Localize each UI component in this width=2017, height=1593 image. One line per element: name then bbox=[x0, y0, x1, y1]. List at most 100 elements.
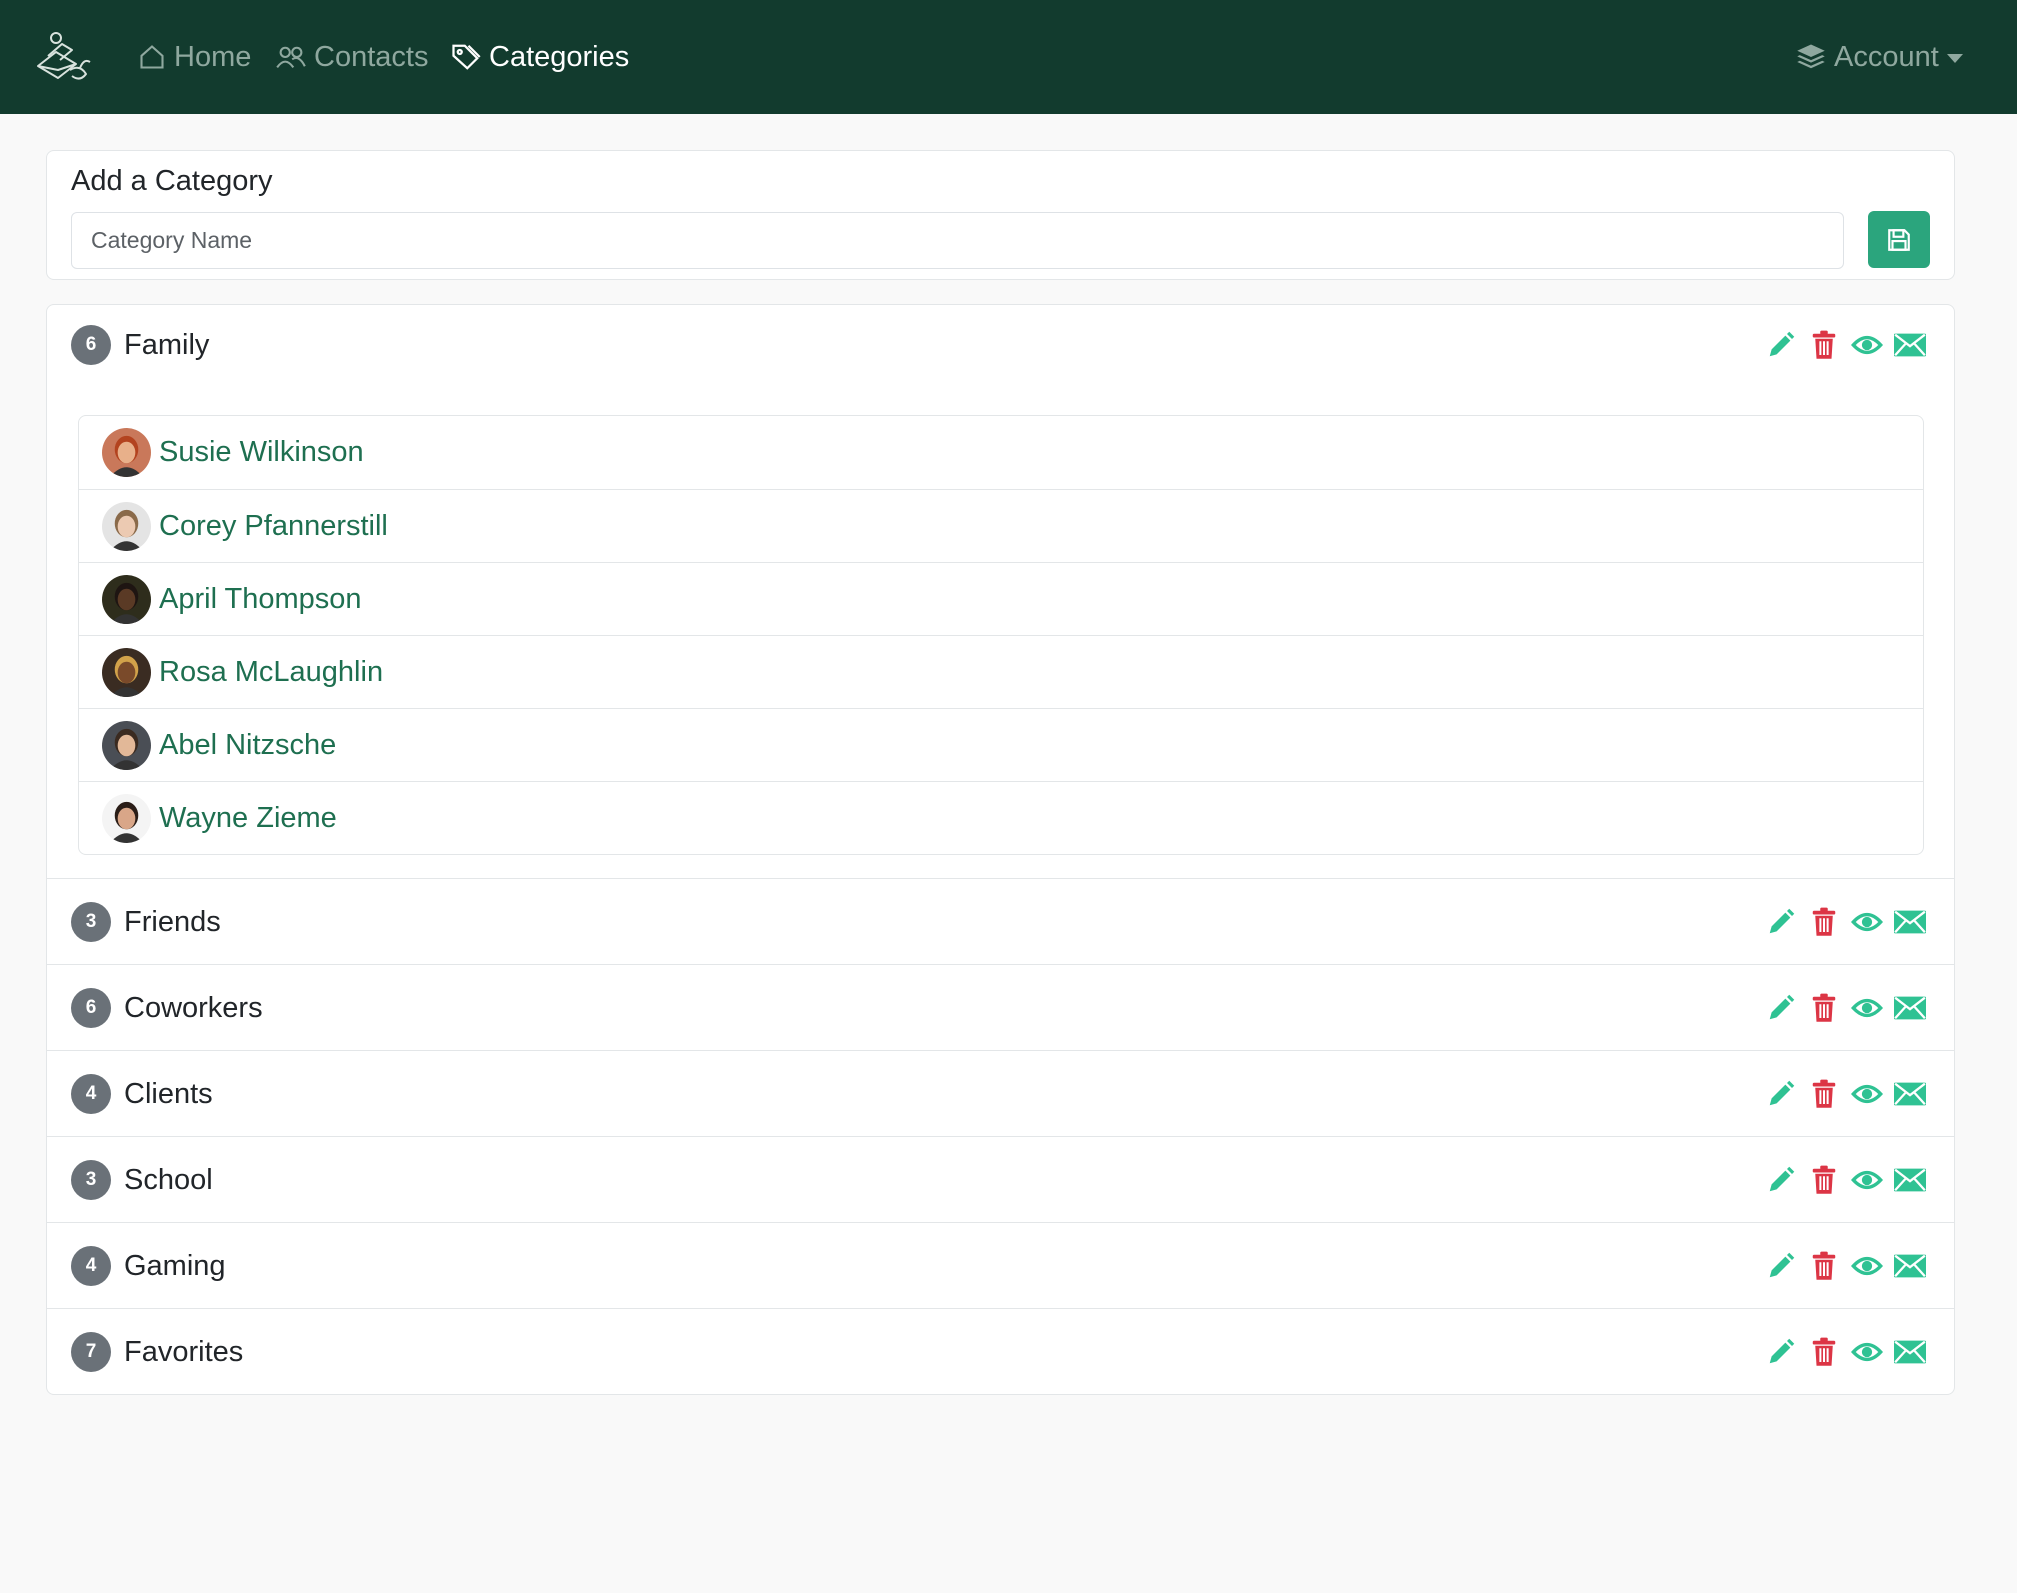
save-category-button[interactable] bbox=[1868, 211, 1930, 268]
trash-icon[interactable] bbox=[1807, 991, 1841, 1025]
add-category-title: Add a Category bbox=[71, 165, 273, 197]
contact-name-link[interactable]: Abel Nitzsche bbox=[159, 729, 336, 762]
category-name: Friends bbox=[124, 905, 221, 938]
pencil-icon[interactable] bbox=[1764, 991, 1798, 1025]
contact-name-link[interactable]: Wayne Zieme bbox=[159, 802, 337, 835]
pencil-icon[interactable] bbox=[1764, 905, 1798, 939]
chevron-down-icon bbox=[1946, 54, 1963, 63]
category-name: Favorites bbox=[124, 1335, 244, 1368]
category-name: Clients bbox=[124, 1077, 213, 1110]
category-contacts-list: Susie Wilkinson Corey Pfannerstill April T… bbox=[78, 415, 1924, 855]
nav-home-link[interactable]: Home bbox=[138, 38, 251, 76]
pencil-icon[interactable] bbox=[1764, 1163, 1798, 1197]
envelope-icon[interactable] bbox=[1893, 1335, 1927, 1369]
category-header[interactable]: 6 Coworkers bbox=[71, 988, 263, 1028]
category-count-badge: 6 bbox=[71, 988, 111, 1028]
contact-list-item[interactable]: Wayne Zieme bbox=[79, 781, 1923, 854]
account-dropdown[interactable]: Account bbox=[1796, 38, 1963, 76]
category-name: Gaming bbox=[124, 1249, 226, 1282]
top-navbar: Home Contacts Categories Account bbox=[0, 0, 2017, 114]
envelope-icon[interactable] bbox=[1893, 905, 1927, 939]
contact-list-item[interactable]: Corey Pfannerstill bbox=[79, 489, 1923, 562]
nav-contacts-label: Contacts bbox=[314, 40, 429, 73]
category-count-badge: 3 bbox=[71, 1160, 111, 1200]
category-actions bbox=[1755, 904, 1927, 940]
pencil-icon[interactable] bbox=[1764, 328, 1798, 362]
category-count-badge: 4 bbox=[71, 1246, 111, 1286]
eye-icon[interactable] bbox=[1850, 328, 1884, 362]
account-label: Account bbox=[1834, 40, 1939, 73]
envelope-icon[interactable] bbox=[1893, 1077, 1927, 1111]
category-header[interactable]: 7 Favorites bbox=[71, 1332, 243, 1372]
nav-home-label: Home bbox=[174, 40, 252, 73]
category-name: Coworkers bbox=[124, 991, 263, 1024]
category-header[interactable]: 3 Friends bbox=[71, 902, 221, 942]
contact-name-link[interactable]: Corey Pfannerstill bbox=[159, 510, 388, 543]
app-logo[interactable] bbox=[32, 30, 94, 84]
category-name: School bbox=[124, 1163, 213, 1196]
category-count-badge: 6 bbox=[71, 325, 111, 365]
contact-name-link[interactable]: April Thompson bbox=[159, 583, 362, 616]
category-item: 4 Gaming bbox=[47, 1222, 1954, 1308]
pencil-icon[interactable] bbox=[1764, 1077, 1798, 1111]
add-category-card: Add a Category bbox=[46, 150, 1955, 280]
category-name: Family bbox=[124, 328, 210, 361]
nav-categories-link[interactable]: Categories bbox=[451, 38, 629, 76]
category-item: 3 School bbox=[47, 1136, 1954, 1222]
category-actions bbox=[1755, 1334, 1927, 1370]
eye-icon[interactable] bbox=[1850, 1335, 1884, 1369]
layers-icon bbox=[1797, 44, 1825, 69]
category-actions bbox=[1755, 990, 1927, 1026]
avatar bbox=[102, 793, 151, 843]
trash-icon[interactable] bbox=[1807, 905, 1841, 939]
eye-icon[interactable] bbox=[1850, 1249, 1884, 1283]
avatar bbox=[102, 720, 151, 770]
category-actions bbox=[1755, 1248, 1927, 1284]
envelope-icon[interactable] bbox=[1893, 1249, 1927, 1283]
category-item: 6 Coworkers bbox=[47, 964, 1954, 1050]
tags-icon bbox=[452, 44, 481, 70]
category-item: 6 Family Susie Wilkinson Corey Pfannerstill… bbox=[47, 305, 1954, 878]
category-item: 3 Friends bbox=[47, 878, 1954, 964]
envelope-icon[interactable] bbox=[1893, 991, 1927, 1025]
floppy-disk-icon bbox=[1888, 228, 1910, 251]
category-item: 7 Favorites bbox=[47, 1308, 1954, 1394]
avatar bbox=[102, 428, 151, 477]
category-item: 4 Clients bbox=[47, 1050, 1954, 1136]
trash-icon[interactable] bbox=[1807, 1335, 1841, 1369]
avatar bbox=[102, 647, 151, 697]
contact-list-item[interactable]: Rosa McLaughlin bbox=[79, 635, 1923, 708]
eye-icon[interactable] bbox=[1850, 905, 1884, 939]
trash-icon[interactable] bbox=[1807, 1163, 1841, 1197]
category-count-badge: 3 bbox=[71, 902, 111, 942]
contact-name-link[interactable]: Susie Wilkinson bbox=[159, 436, 364, 469]
trash-icon[interactable] bbox=[1807, 328, 1841, 362]
envelope-icon[interactable] bbox=[1893, 328, 1927, 362]
category-header[interactable]: 4 Gaming bbox=[71, 1246, 226, 1286]
category-name-input[interactable] bbox=[71, 212, 1844, 269]
people-icon bbox=[276, 46, 306, 69]
pencil-icon[interactable] bbox=[1764, 1249, 1798, 1283]
trash-icon[interactable] bbox=[1807, 1077, 1841, 1111]
envelope-icon[interactable] bbox=[1893, 1163, 1927, 1197]
avatar bbox=[102, 501, 151, 551]
avatar bbox=[102, 574, 151, 624]
eye-icon[interactable] bbox=[1850, 1077, 1884, 1111]
category-header[interactable]: 4 Clients bbox=[71, 1074, 213, 1114]
eye-icon[interactable] bbox=[1850, 1163, 1884, 1197]
contact-list-item[interactable]: Susie Wilkinson bbox=[79, 416, 1923, 489]
contact-list-item[interactable]: Abel Nitzsche bbox=[79, 708, 1923, 781]
pencil-icon[interactable] bbox=[1764, 1335, 1798, 1369]
nav-contacts-link[interactable]: Contacts bbox=[276, 38, 428, 76]
nav-categories-label: Categories bbox=[489, 40, 630, 73]
category-list: 6 Family Susie Wilkinson Corey Pfannerstill… bbox=[46, 304, 1955, 1395]
category-header[interactable]: 3 School bbox=[71, 1160, 213, 1200]
trash-icon[interactable] bbox=[1807, 1249, 1841, 1283]
category-count-badge: 7 bbox=[71, 1332, 111, 1372]
contact-list-item[interactable]: April Thompson bbox=[79, 562, 1923, 635]
category-actions bbox=[1755, 327, 1927, 363]
eye-icon[interactable] bbox=[1850, 991, 1884, 1025]
category-header[interactable]: 6 Family bbox=[71, 325, 209, 365]
house-icon bbox=[140, 45, 164, 69]
contact-name-link[interactable]: Rosa McLaughlin bbox=[159, 656, 383, 689]
